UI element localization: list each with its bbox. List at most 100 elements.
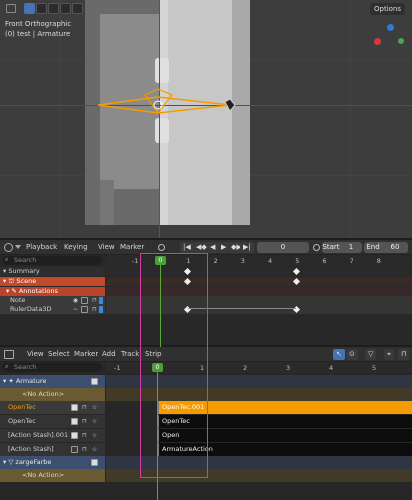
lock-icon[interactable]: ⊓ bbox=[81, 404, 88, 411]
select-invert-icon[interactable] bbox=[60, 3, 71, 14]
marker-menu[interactable]: Marker bbox=[120, 242, 144, 253]
lock-icon[interactable]: ⊓ bbox=[81, 432, 88, 439]
gizmo-z-icon[interactable] bbox=[387, 24, 394, 31]
dopesheet-frame-tick: 3 bbox=[240, 257, 245, 265]
end-label: End bbox=[364, 242, 382, 253]
nla-object-armature[interactable]: ▾ ✦ Armature bbox=[0, 375, 105, 388]
nla-frame-tick: 2 bbox=[243, 364, 248, 372]
mode-menu-icon[interactable] bbox=[6, 4, 16, 13]
dopesheet-frame-tick: 8 bbox=[376, 257, 381, 265]
dopesheet-frame-tick: 4 bbox=[268, 257, 273, 265]
snapping-icon[interactable]: ⌖ bbox=[384, 349, 394, 360]
jump-start-icon[interactable]: |◀ bbox=[180, 242, 194, 253]
current-frame-field[interactable]: 0 bbox=[257, 242, 309, 253]
nla-frame-tick: 4 bbox=[329, 364, 334, 372]
curve-icon[interactable]: ∼ bbox=[72, 306, 79, 313]
mesh-icon: ▾ ▽ bbox=[3, 458, 16, 466]
pointer-tool-icon[interactable]: ↖ bbox=[333, 349, 345, 360]
nla-select-menu[interactable]: Select bbox=[48, 349, 70, 360]
select-box-icon[interactable] bbox=[24, 3, 35, 14]
dopesheet-frame-tick: -1 bbox=[132, 257, 139, 265]
track-mute-checkbox[interactable] bbox=[71, 432, 78, 439]
note-checkbox[interactable] bbox=[81, 297, 88, 304]
search-placeholder: Search bbox=[14, 256, 37, 264]
start-label: Start bbox=[322, 242, 340, 253]
nla-editor-type-icon[interactable] bbox=[4, 350, 14, 359]
view-menu[interactable]: View bbox=[98, 242, 115, 253]
armature-bones[interactable] bbox=[80, 85, 240, 130]
nla-marker-menu[interactable]: Marker bbox=[74, 349, 98, 360]
select-subtract-icon[interactable] bbox=[48, 3, 59, 14]
nla-view-menu[interactable]: View bbox=[27, 349, 44, 360]
channel-scene[interactable]: ▾ ⛫ Scene bbox=[0, 277, 105, 286]
solo-star-icon[interactable]: ☆ bbox=[91, 418, 98, 425]
keying-menu[interactable]: Keying bbox=[64, 242, 88, 253]
frame-foot bbox=[100, 180, 114, 225]
3d-viewport[interactable]: Options Front Orthographic (0) test | Ar… bbox=[0, 0, 412, 238]
proportional-icon[interactable]: ⊓ bbox=[398, 349, 410, 360]
select-intersect-icon[interactable] bbox=[72, 3, 83, 14]
track-mute-checkbox[interactable] bbox=[71, 446, 78, 453]
dopesheet-frame-tick: 7 bbox=[349, 257, 354, 265]
nla-add-menu[interactable]: Add bbox=[102, 349, 116, 360]
solo-star-icon[interactable]: ☆ bbox=[91, 446, 98, 453]
viewport-header bbox=[0, 0, 412, 18]
channel-rulerdata3d[interactable]: RulerData3D bbox=[0, 305, 105, 314]
view-name: Front Orthographic bbox=[5, 20, 72, 28]
nla-frame-tick: 3 bbox=[286, 364, 291, 372]
nla-no-action-zarge[interactable]: <No Action> bbox=[0, 469, 105, 482]
nla-track-opentec[interactable]: OpenTec bbox=[0, 415, 105, 428]
nla-search[interactable]: ⌕ Search bbox=[2, 363, 102, 372]
dopesheet-frame-tick: 5 bbox=[295, 257, 300, 265]
nla-object-zargefarbe[interactable]: ▾ ▽ zargeFarbe bbox=[0, 456, 105, 469]
select-extend-icon[interactable] bbox=[36, 3, 47, 14]
channel-summary[interactable]: ▾ Summary bbox=[0, 267, 105, 276]
channel-note[interactable]: Note bbox=[0, 296, 105, 305]
lock-icon[interactable]: ⊓ bbox=[91, 297, 98, 304]
only-selected-icon[interactable]: ⊙ bbox=[346, 349, 358, 360]
options-dropdown[interactable]: Options bbox=[370, 3, 406, 15]
editor-type-arrow-icon[interactable] bbox=[15, 245, 21, 249]
nla-no-action-armature[interactable]: <No Action> bbox=[0, 388, 105, 401]
search-icon: ⌕ bbox=[5, 363, 9, 370]
track-mute-checkbox[interactable] bbox=[71, 404, 78, 411]
gizmo-x-icon[interactable] bbox=[374, 38, 381, 45]
visibility-eye-icon[interactable]: ◉ bbox=[72, 297, 79, 304]
dopesheet-frame-tick: 2 bbox=[213, 257, 218, 265]
ruler-checkbox[interactable] bbox=[81, 306, 88, 313]
jump-end-icon[interactable]: ▶| bbox=[240, 242, 254, 253]
preview-range-icon[interactable] bbox=[313, 244, 320, 251]
start-field[interactable]: 1 bbox=[340, 242, 362, 253]
nla-track-opentec-active[interactable]: OpenTec bbox=[0, 401, 105, 414]
nla-track-stash-001[interactable]: [Action Stash].001 bbox=[0, 429, 105, 442]
nla-track-menu[interactable]: Track bbox=[121, 349, 139, 360]
armature-checkbox[interactable] bbox=[91, 378, 98, 385]
ruler-color-swatch[interactable] bbox=[99, 306, 103, 313]
lock-icon[interactable]: ⊓ bbox=[91, 306, 98, 313]
gizmo-y-icon[interactable] bbox=[398, 38, 404, 44]
solo-star-icon[interactable]: ☆ bbox=[91, 432, 98, 439]
annotation-icon: ▾ ✎ bbox=[6, 287, 19, 295]
solo-star-icon[interactable]: ☆ bbox=[91, 404, 98, 411]
end-field[interactable]: 60 bbox=[382, 242, 408, 253]
filter-icon[interactable]: ▽ bbox=[365, 349, 377, 360]
record-icon[interactable] bbox=[158, 244, 165, 251]
note-color-swatch[interactable] bbox=[99, 297, 103, 304]
search-icon: ⌕ bbox=[5, 256, 9, 263]
channel-annotations[interactable]: ▾ ✎ Annotations bbox=[0, 287, 105, 296]
zarge-checkbox[interactable] bbox=[91, 459, 98, 466]
track-mute-checkbox[interactable] bbox=[71, 418, 78, 425]
dopesheet-search[interactable]: ⌕ Search bbox=[2, 256, 102, 265]
navigation-gizmo[interactable] bbox=[372, 22, 408, 58]
editor-type-icon[interactable] bbox=[4, 243, 13, 252]
lock-icon[interactable]: ⊓ bbox=[81, 418, 88, 425]
nla-frame-tick: -1 bbox=[114, 364, 121, 372]
playback-menu[interactable]: Playback bbox=[26, 242, 57, 253]
hinge-top bbox=[155, 58, 169, 83]
nla-track-stash[interactable]: [Action Stash] bbox=[0, 443, 105, 456]
lock-icon[interactable]: ⊓ bbox=[81, 446, 88, 453]
play-reverse-icon[interactable]: ◀ bbox=[207, 242, 219, 253]
object-info: (0) test | Armature bbox=[5, 30, 71, 38]
nla-search-placeholder: Search bbox=[14, 363, 37, 371]
dopesheet-frame-tick: 6 bbox=[322, 257, 327, 265]
